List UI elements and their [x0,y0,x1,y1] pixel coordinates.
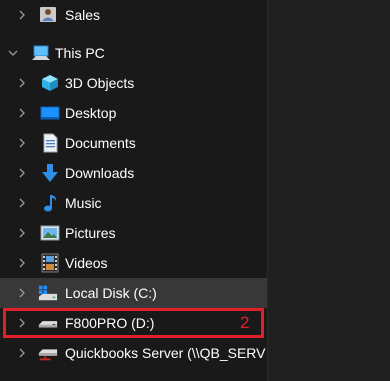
chevron-right-icon[interactable] [17,288,27,298]
tree-item-local-disk-c[interactable]: Local Disk (C:) [0,278,267,308]
chevron-right-icon[interactable] [17,198,27,208]
desktop-icon [40,103,60,123]
tree-item-downloads[interactable]: Downloads [0,158,267,188]
drive-icon [38,313,58,333]
film-icon [40,253,60,273]
tree-item-documents[interactable]: Documents [0,128,267,158]
user-folder-icon [38,4,58,24]
tree-item-label: Pictures [65,225,116,241]
download-icon [40,163,60,183]
chevron-right-icon[interactable] [17,318,27,328]
tree-item-pictures[interactable]: Pictures [0,218,267,248]
tree-item-label: Downloads [65,165,135,181]
windows-drive-icon [38,283,58,303]
chevron-right-icon[interactable] [17,348,27,358]
tree-item-quickbooks-server[interactable]: Quickbooks Server (\\QB_SERV [0,338,267,368]
tree-item-videos[interactable]: Videos [0,248,267,278]
tree-item-label: 3D Objects [65,75,135,91]
tree-item-label: This PC [55,45,105,61]
documents-icon [40,133,60,153]
tree-item-label: Documents [65,135,136,151]
tree-item-label: Music [65,195,102,211]
content-pane[interactable] [268,0,390,381]
tree-item-label: Sales [65,7,101,23]
chevron-right-icon[interactable] [17,228,27,238]
tree-item-3d-objects[interactable]: 3D Objects [0,68,267,98]
tree-item-f800pro-d[interactable]: F800PRO (D:) [0,308,267,338]
chevron-right-icon[interactable] [17,258,27,268]
cube-3d-icon [40,73,60,93]
chevron-right-icon[interactable] [17,108,27,118]
tree-item-music[interactable]: Music [0,188,267,218]
chevron-right-icon[interactable] [17,10,27,20]
computer-icon [31,43,51,63]
tree-item-label: F800PRO (D:) [65,315,155,331]
chevron-right-icon[interactable] [17,138,27,148]
tree-item-label: Videos [65,255,108,271]
music-note-icon [40,193,60,213]
tree-item-label: Desktop [65,105,117,121]
navigation-pane[interactable]: Sales This PC 3D Objects Desktop Documen… [0,0,267,381]
network-drive-icon [38,343,58,363]
pictures-icon [40,223,60,243]
tree-item-desktop[interactable]: Desktop [0,98,267,128]
tree-item-sales[interactable]: Sales [0,0,267,30]
tree-item-label: Local Disk (C:) [65,285,157,301]
tree-item-this-pc[interactable]: This PC [0,38,267,68]
chevron-right-icon[interactable] [17,168,27,178]
annotation-step-number: 2 [240,313,250,332]
tree-item-label: Quickbooks Server (\\QB_SERV [65,345,266,361]
chevron-right-icon[interactable] [17,78,27,88]
chevron-down-icon[interactable] [8,48,18,58]
